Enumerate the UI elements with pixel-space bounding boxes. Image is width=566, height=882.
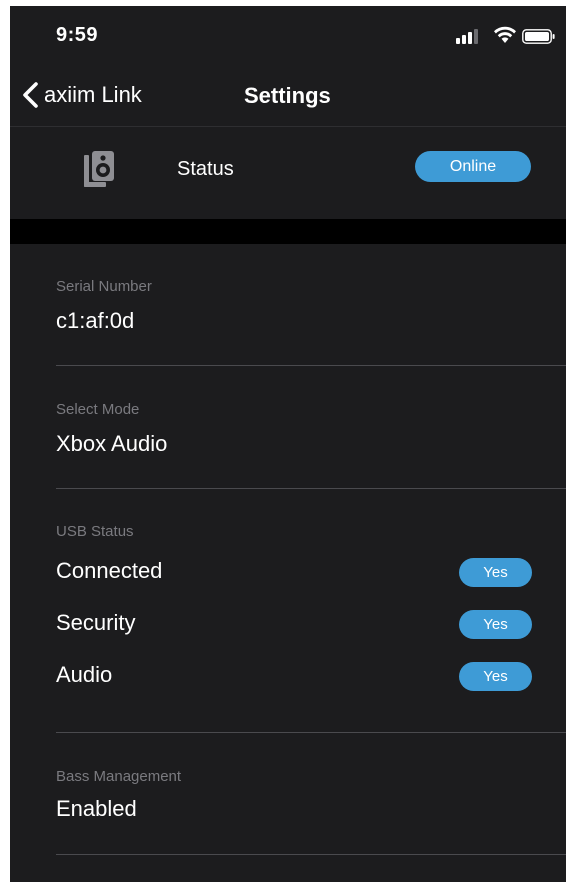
section-separator	[10, 219, 566, 244]
speaker-icon	[84, 151, 114, 187]
status-bar: 9:59	[10, 6, 566, 66]
back-label: axiim Link	[44, 82, 142, 107]
chevron-left-icon	[23, 82, 38, 108]
serial-number-value: c1:af:0d	[56, 308, 135, 333]
battery-icon	[522, 29, 555, 44]
usb-connected-row: Connected Yes	[56, 558, 532, 590]
usb-audio-badge: Yes	[459, 662, 532, 691]
select-mode-section[interactable]: Select Mode Xbox Audio	[56, 401, 566, 461]
cellular-signal-icon	[456, 28, 484, 44]
device-status-row: Status Online	[10, 127, 566, 219]
wifi-icon	[494, 26, 516, 43]
page-title: Settings	[244, 83, 331, 108]
back-button[interactable]: axiim Link	[22, 78, 142, 112]
usb-security-badge: Yes	[459, 610, 532, 639]
system-icons	[456, 26, 558, 46]
usb-audio-label: Audio	[56, 662, 113, 687]
divider	[56, 488, 566, 489]
usb-security-row: Security Yes	[56, 610, 532, 642]
divider	[56, 854, 566, 855]
bass-management-label: Bass Management	[56, 768, 182, 785]
usb-status-section: USB Status	[56, 523, 566, 543]
usb-connected-badge: Yes	[459, 558, 532, 587]
divider	[56, 732, 566, 733]
select-mode-value: Xbox Audio	[56, 431, 168, 456]
bass-management-value: Enabled	[56, 796, 137, 821]
usb-connected-label: Connected	[56, 558, 163, 583]
clock: 9:59	[56, 24, 99, 46]
online-status-badge: Online	[415, 151, 531, 182]
serial-number-label: Serial Number	[56, 278, 152, 295]
usb-security-label: Security	[56, 610, 136, 635]
settings-screen: 9:59 axiim Link Settings Status Online S…	[10, 6, 566, 882]
usb-status-label: USB Status	[56, 523, 134, 540]
navigation-bar: axiim Link Settings	[10, 66, 566, 127]
status-label: Status	[177, 158, 234, 180]
usb-audio-row: Audio Yes	[56, 662, 532, 694]
divider	[56, 365, 566, 366]
bass-management-section[interactable]: Bass Management Enabled	[56, 768, 566, 828]
select-mode-label: Select Mode	[56, 401, 140, 418]
serial-number-section: Serial Number c1:af:0d	[56, 278, 566, 338]
